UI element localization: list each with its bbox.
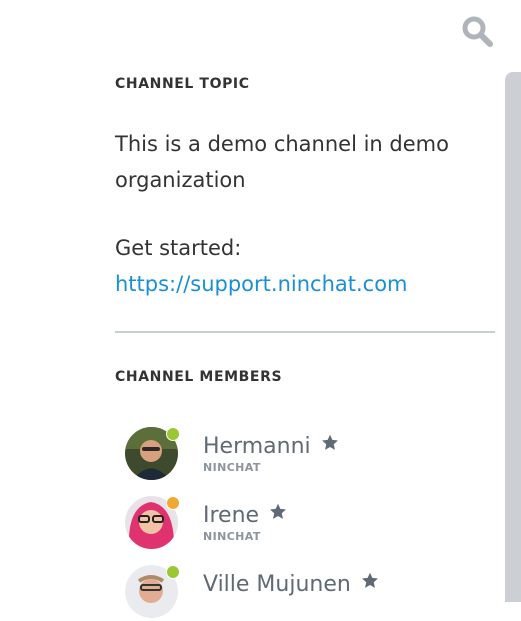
channel-topic-text: This is a demo channel in demo organizat… (115, 132, 449, 192)
status-indicator-away (166, 496, 180, 510)
member-item-ville-mujunen[interactable]: Ville Mujunen (125, 565, 485, 621)
channel-members-heading: CHANNEL MEMBERS (115, 369, 283, 385)
member-name: Irene (203, 503, 260, 528)
member-organization: NINCHAT (203, 461, 261, 474)
search-button[interactable] (460, 14, 494, 48)
channel-topic-heading: CHANNEL TOPIC (115, 76, 250, 92)
member-item-irene[interactable]: Irene NINCHAT (125, 496, 485, 552)
status-indicator-online (166, 427, 180, 441)
status-indicator-online (166, 565, 180, 579)
get-started-label: Get started: (115, 236, 242, 260)
member-item-hermanni[interactable]: Hermanni NINCHAT (125, 427, 485, 483)
star-icon (321, 431, 339, 459)
member-organization: NINCHAT (203, 530, 261, 543)
support-link[interactable]: https://support.ninchat.com (115, 266, 408, 302)
star-icon (269, 500, 287, 528)
member-name: Hermanni (203, 434, 311, 459)
scrollbar[interactable] (505, 72, 521, 602)
search-icon (462, 16, 493, 47)
divider (115, 331, 495, 333)
member-name: Ville Mujunen (203, 572, 351, 597)
star-icon (361, 569, 379, 597)
